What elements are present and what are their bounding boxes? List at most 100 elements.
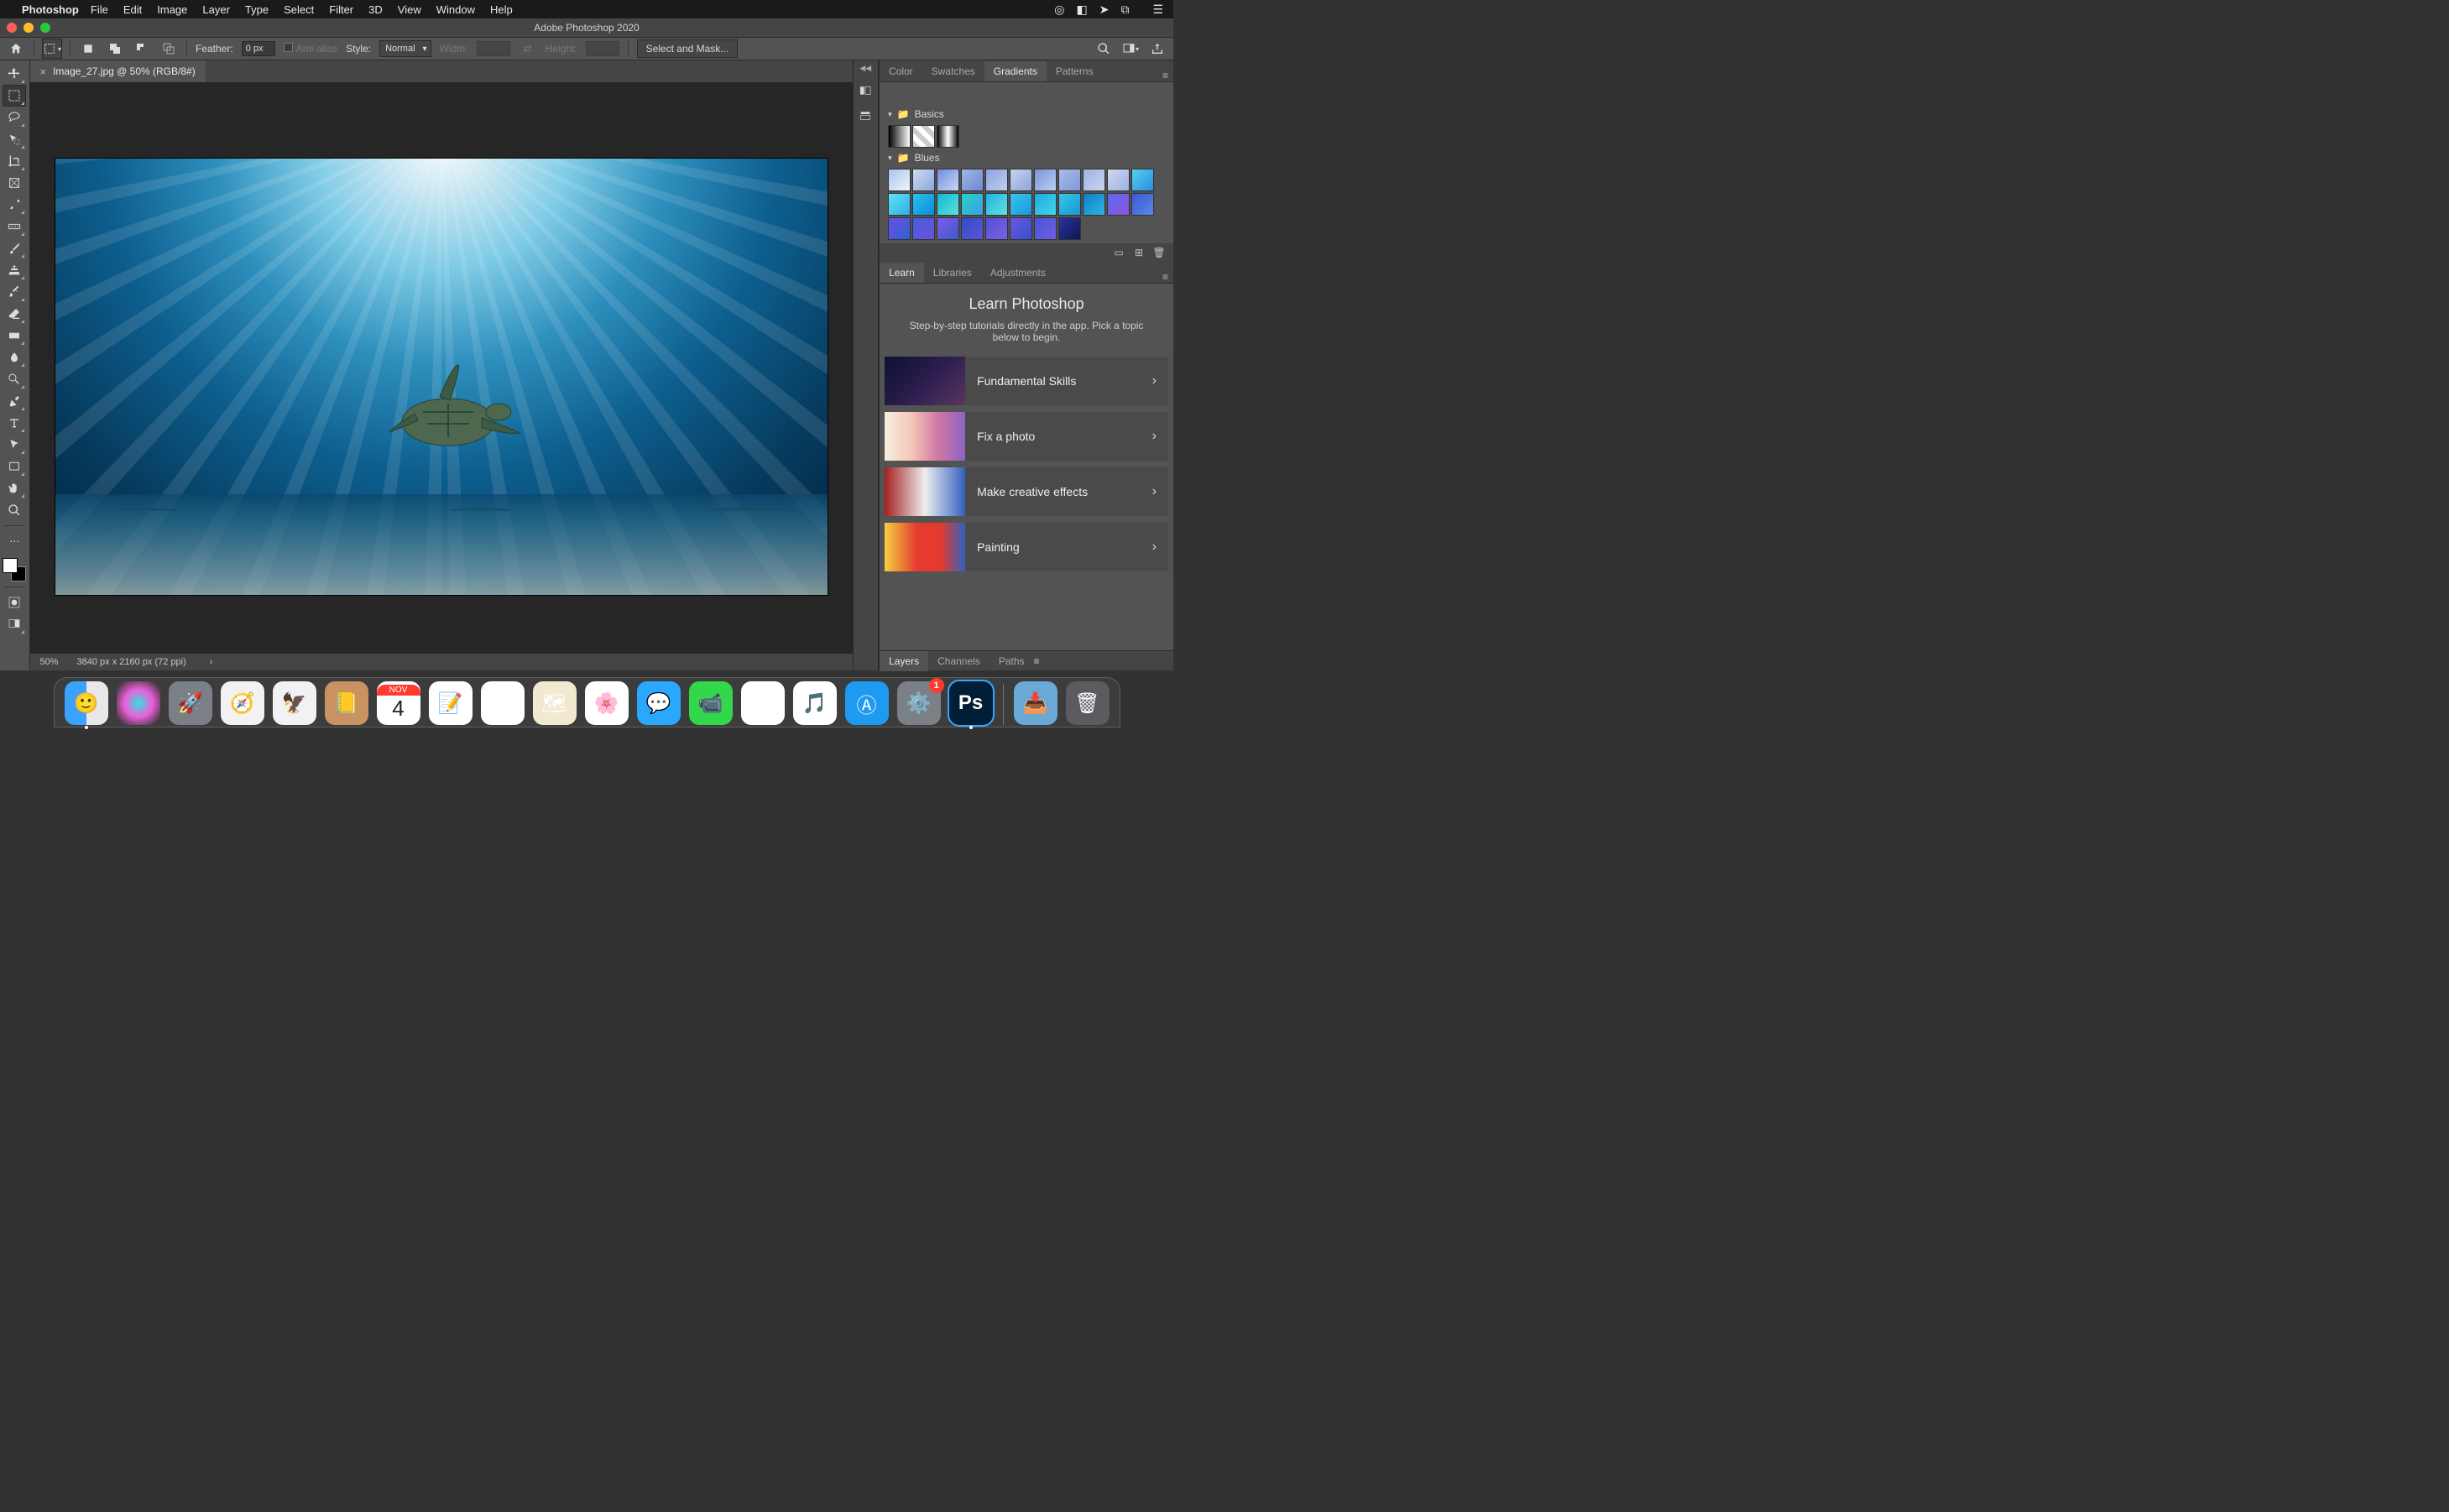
lesson-fix-a-photo[interactable]: Fix a photo›: [885, 412, 1168, 461]
dock-calendar[interactable]: NOV4: [377, 681, 420, 725]
gradient-swatch[interactable]: [961, 169, 984, 191]
gradient-swatch[interactable]: [1010, 169, 1032, 191]
color-swatches[interactable]: [3, 558, 26, 581]
new-gradient-icon[interactable]: ⊞: [1133, 247, 1145, 258]
menu-type[interactable]: Type: [245, 3, 269, 16]
gradient-swatch[interactable]: [1131, 193, 1154, 216]
gradient-swatch[interactable]: [985, 169, 1008, 191]
workspace-switcher-icon[interactable]: ▾: [1121, 39, 1140, 58]
move-tool[interactable]: [3, 64, 25, 84]
spotlight-icon[interactable]: ➤: [1099, 3, 1110, 17]
shape-tool[interactable]: [3, 456, 25, 477]
history-brush-tool[interactable]: [3, 282, 25, 302]
gradient-swatch[interactable]: [961, 193, 984, 216]
hand-tool[interactable]: [3, 478, 25, 498]
intersect-selection-icon[interactable]: [159, 39, 178, 58]
crop-tool[interactable]: [3, 151, 25, 171]
healing-tool[interactable]: [3, 216, 25, 237]
menu-filter[interactable]: Filter: [329, 3, 353, 16]
tab-gradients[interactable]: Gradients: [984, 61, 1047, 81]
tab-paths[interactable]: Paths: [990, 651, 1034, 671]
document-tab[interactable]: × Image_27.jpg @ 50% (RGB/8#): [30, 60, 206, 82]
pen-tool[interactable]: [3, 391, 25, 411]
add-selection-icon[interactable]: [106, 39, 124, 58]
trash-icon[interactable]: 🗑: [1153, 247, 1165, 258]
select-and-mask-button[interactable]: Select and Mask...: [637, 39, 739, 58]
new-selection-icon[interactable]: [79, 39, 97, 58]
menu-view[interactable]: View: [398, 3, 421, 16]
gradient-swatch[interactable]: [888, 125, 911, 148]
tab-adjustments[interactable]: Adjustments: [981, 263, 1055, 283]
gradient-swatch[interactable]: [1083, 193, 1105, 216]
close-window-button[interactable]: [7, 23, 17, 33]
history-panel-icon[interactable]: [857, 83, 874, 98]
path-select-tool[interactable]: [3, 435, 25, 455]
dock-photoshop[interactable]: Ps: [949, 681, 993, 725]
gradient-swatch[interactable]: [1034, 217, 1057, 240]
gradient-swatch[interactable]: [888, 217, 911, 240]
gradient-swatch[interactable]: [912, 125, 935, 148]
tab-learn[interactable]: Learn: [880, 263, 924, 283]
gradient-swatch[interactable]: [1034, 193, 1057, 216]
screen-mode-icon[interactable]: [3, 614, 25, 634]
expand-panels-icon[interactable]: ◀◀: [859, 64, 871, 73]
marquee-tool[interactable]: [3, 86, 25, 106]
dock-music[interactable]: 🎵: [793, 681, 837, 725]
dock-notes[interactable]: 📝: [429, 681, 473, 725]
search-icon[interactable]: [1094, 39, 1113, 58]
menu-select[interactable]: Select: [284, 3, 314, 16]
dock-contacts[interactable]: 📒: [325, 681, 368, 725]
dock-photos[interactable]: 🌸: [585, 681, 629, 725]
active-tool-preset[interactable]: ▾: [43, 39, 61, 58]
gradient-swatch[interactable]: [937, 217, 959, 240]
gradient-swatch[interactable]: [1058, 169, 1081, 191]
menu-3d[interactable]: 3D: [368, 3, 383, 16]
menu-image[interactable]: Image: [157, 3, 187, 16]
dock-mail[interactable]: 🦅: [273, 681, 316, 725]
tab-patterns[interactable]: Patterns: [1047, 61, 1103, 81]
menu-layer[interactable]: Layer: [202, 3, 230, 16]
dock-launchpad[interactable]: 🚀: [169, 681, 212, 725]
close-tab-icon[interactable]: ×: [40, 65, 47, 78]
new-folder-icon[interactable]: ▭: [1113, 247, 1125, 258]
gradient-swatch[interactable]: [1083, 169, 1105, 191]
gradient-swatch[interactable]: [1058, 193, 1081, 216]
tab-libraries[interactable]: Libraries: [924, 263, 981, 283]
dock-safari[interactable]: 🧭: [221, 681, 264, 725]
lesson-make-creative-effects[interactable]: Make creative effects›: [885, 467, 1168, 516]
gradients-blues-folder[interactable]: ▾📁Blues: [888, 149, 1168, 166]
feather-input[interactable]: [242, 41, 275, 56]
gradient-swatch[interactable]: [1034, 169, 1057, 191]
canvas-viewport[interactable]: [30, 82, 853, 654]
menu-edit[interactable]: Edit: [123, 3, 142, 16]
gradient-swatch[interactable]: [912, 217, 935, 240]
minimize-window-button[interactable]: [23, 23, 34, 33]
app-name[interactable]: Photoshop: [22, 3, 79, 16]
tab-color[interactable]: Color: [880, 61, 922, 81]
zoom-level[interactable]: 50%: [40, 657, 59, 667]
clone-stamp-tool[interactable]: [3, 260, 25, 280]
blur-tool[interactable]: [3, 347, 25, 368]
panel-menu-icon[interactable]: ≡: [1157, 70, 1173, 81]
gradient-swatch[interactable]: [937, 125, 959, 148]
dock-finder[interactable]: 🙂: [65, 681, 108, 725]
dock-messages[interactable]: 💬: [637, 681, 681, 725]
gradient-swatch[interactable]: [937, 169, 959, 191]
document-canvas[interactable]: [55, 159, 828, 595]
gradient-swatch[interactable]: [985, 193, 1008, 216]
dock-settings[interactable]: ⚙️1: [897, 681, 941, 725]
frame-tool[interactable]: [3, 173, 25, 193]
dock-siri[interactable]: [117, 681, 160, 725]
gradients-basics-folder[interactable]: ▾📁Basics: [888, 106, 1168, 123]
tab-swatches[interactable]: Swatches: [922, 61, 984, 81]
tab-channels[interactable]: Channels: [928, 651, 990, 671]
home-button[interactable]: [7, 39, 25, 58]
panel-menu-icon[interactable]: ≡: [1034, 655, 1040, 667]
quick-select-tool[interactable]: [3, 129, 25, 149]
gradient-swatch[interactable]: [888, 169, 911, 191]
lesson-fundamental-skills[interactable]: Fundamental Skills›: [885, 357, 1168, 405]
menu-list-icon[interactable]: ☰: [1152, 3, 1163, 17]
type-tool[interactable]: [3, 413, 25, 433]
quick-mask-icon[interactable]: [3, 592, 25, 613]
gradient-swatch[interactable]: [912, 169, 935, 191]
